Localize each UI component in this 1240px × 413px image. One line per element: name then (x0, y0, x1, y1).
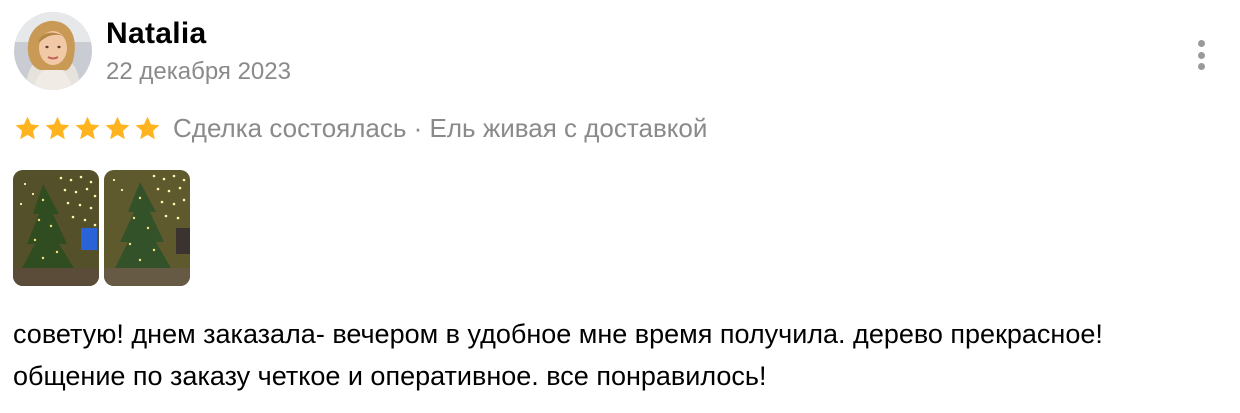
star-icon (75, 116, 100, 139)
star-icon (45, 116, 70, 139)
review-photos (13, 170, 190, 286)
review-date: 22 декабря 2023 (106, 58, 291, 85)
author-avatar[interactable] (14, 12, 92, 90)
rating-stars (14, 115, 161, 142)
star-icon (105, 116, 130, 139)
more-vertical-icon-dot (1197, 51, 1205, 59)
review-text: советую! днем заказала- вечером в удобно… (13, 313, 1228, 397)
review-photo-2[interactable] (104, 170, 190, 286)
rating-row: Сделка состоялась · Ель живая с доставко… (14, 108, 707, 148)
star-icon (15, 116, 40, 139)
review-photo-1[interactable] (13, 170, 99, 286)
more-vertical-icon-dot (1197, 40, 1205, 47)
author-name: Natalia (106, 17, 207, 50)
review-text-line: общение по заказу четкое и оперативное. … (13, 361, 767, 391)
review-text-line: советую! днем заказала- вечером в удобно… (13, 319, 1103, 349)
more-vertical-icon-dot (1197, 63, 1205, 70)
more-options-button[interactable] (1186, 38, 1216, 72)
star-icon (135, 116, 160, 139)
deal-meta: Сделка состоялась · Ель живая с доставко… (173, 112, 708, 143)
